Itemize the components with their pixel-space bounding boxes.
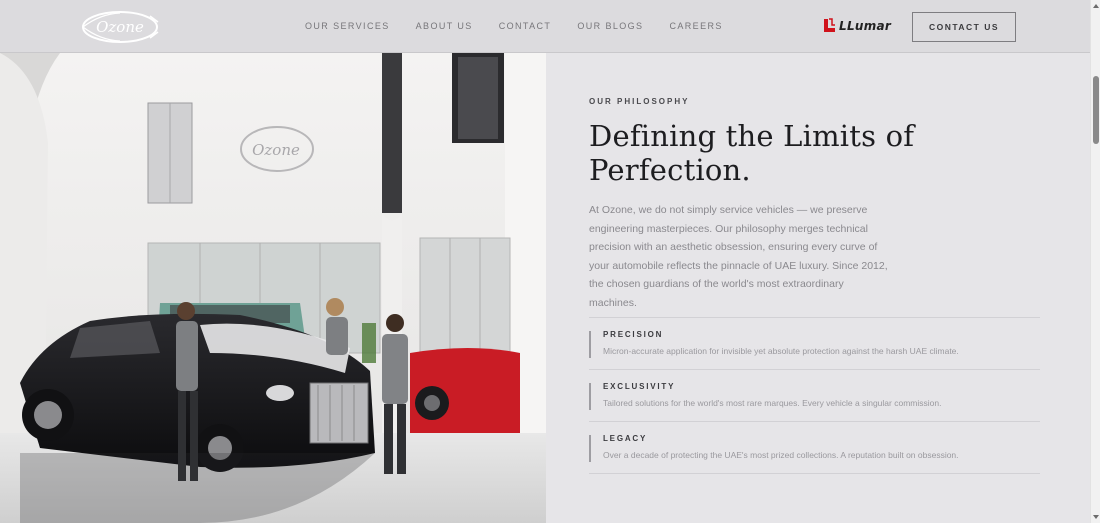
scroll-down-arrow-icon[interactable] <box>1093 515 1099 519</box>
svg-text:Ozone: Ozone <box>252 141 300 159</box>
site-header: Ozone OUR SERVICES ABOUT US CONTACT OUR … <box>0 0 1090 53</box>
llumar-wordmark: LLumar <box>839 18 892 33</box>
page-scrollbar[interactable] <box>1090 0 1100 523</box>
pillar-description: Tailored solutions for the world's most … <box>603 398 942 408</box>
nav-contact[interactable]: CONTACT <box>499 21 552 31</box>
pillars-list: PRECISION Micron-accurate application fo… <box>589 317 1040 474</box>
scrollbar-thumb[interactable] <box>1093 76 1099 144</box>
nav-careers[interactable]: CAREERS <box>669 21 722 31</box>
section-eyebrow: OUR PHILOSOPHY <box>589 97 690 106</box>
pillar-accent-bar <box>589 331 591 358</box>
ozone-logo[interactable]: Ozone <box>80 10 160 44</box>
section-intro: At Ozone, we do not simply service vehic… <box>589 204 888 309</box>
showroom-illustration: Ozone <box>0 53 546 523</box>
main-nav: OUR SERVICES ABOUT US CONTACT OUR BLOGS … <box>305 21 723 31</box>
scroll-up-arrow-icon[interactable] <box>1093 4 1099 8</box>
section-headline: Defining the Limits of Perfection. <box>589 119 915 187</box>
nav-our-services[interactable]: OUR SERVICES <box>305 21 390 31</box>
pillar-title: EXCLUSIVITY <box>603 382 676 391</box>
showroom-photo: Ozone <box>0 53 546 523</box>
pillar-title: LEGACY <box>603 434 648 443</box>
pillar-exclusivity: EXCLUSIVITY Tailored solutions for the w… <box>589 370 1040 422</box>
contact-us-button[interactable]: CONTACT US <box>912 12 1016 42</box>
nav-our-blogs[interactable]: OUR BLOGS <box>577 21 643 31</box>
pillar-accent-bar <box>589 435 591 462</box>
pillar-precision: PRECISION Micron-accurate application fo… <box>589 318 1040 370</box>
nav-about-us[interactable]: ABOUT US <box>416 21 473 31</box>
pillar-description: Micron-accurate application for invisibl… <box>603 346 959 356</box>
pillar-accent-bar <box>589 383 591 410</box>
llumar-logo[interactable]: LLumar <box>823 18 891 33</box>
pillar-title: PRECISION <box>603 330 664 339</box>
svg-text:Ozone: Ozone <box>96 18 144 36</box>
pillar-legacy: LEGACY Over a decade of protecting the U… <box>589 422 1040 474</box>
llumar-mark-icon <box>824 18 835 32</box>
pillar-description: Over a decade of protecting the UAE's mo… <box>603 450 959 460</box>
